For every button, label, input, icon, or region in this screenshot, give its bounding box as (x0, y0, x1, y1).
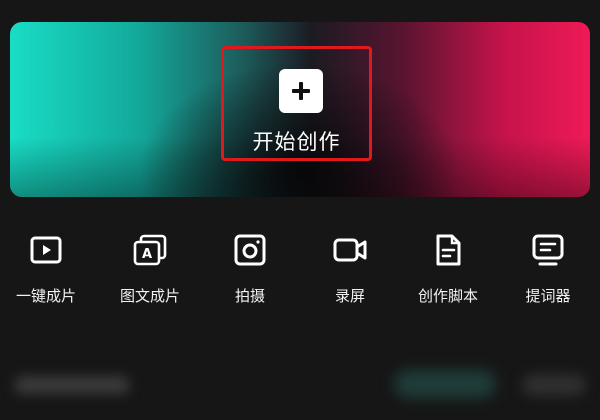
tool-label: 创作脚本 (417, 287, 478, 305)
screen-record-icon (333, 238, 367, 262)
camera-icon (234, 234, 266, 266)
svg-text:A: A (142, 247, 152, 262)
tool-screen-record[interactable]: 录屏 (305, 232, 395, 306)
script-document-icon (436, 234, 461, 266)
start-creation-button[interactable]: 开始创作 (221, 46, 372, 161)
start-creation-label: 开始创作 (252, 130, 341, 154)
teleprompter-icon (532, 234, 564, 266)
text-image-icon: A (133, 234, 167, 266)
tool-label: 录屏 (334, 287, 365, 305)
tool-teleprompter[interactable]: 提词器 (503, 232, 593, 306)
blurred-footer-row (0, 360, 600, 410)
tool-label: 一键成片 (15, 287, 76, 305)
tool-row: 一键成片 A 图文成片 拍摄 录屏 创作脚本 提词器 (0, 232, 600, 312)
tool-label: 拍摄 (234, 287, 265, 305)
tool-label: 提词器 (525, 287, 571, 305)
blurred-middle-button (394, 370, 496, 398)
blurred-right-button (522, 374, 586, 396)
tool-shoot[interactable]: 拍摄 (205, 232, 295, 306)
play-video-icon (30, 236, 62, 264)
tool-one-click-video[interactable]: 一键成片 (1, 232, 91, 306)
page: 开始创作 一键成片 A 图文成片 拍摄 录屏 创作脚本 提词器 (0, 0, 600, 420)
tool-text-image-video[interactable]: A 图文成片 (105, 232, 195, 306)
tool-creation-script[interactable]: 创作脚本 (403, 232, 493, 306)
plus-icon (279, 69, 323, 113)
tool-label: 图文成片 (119, 287, 180, 305)
blurred-left-item (14, 376, 130, 394)
